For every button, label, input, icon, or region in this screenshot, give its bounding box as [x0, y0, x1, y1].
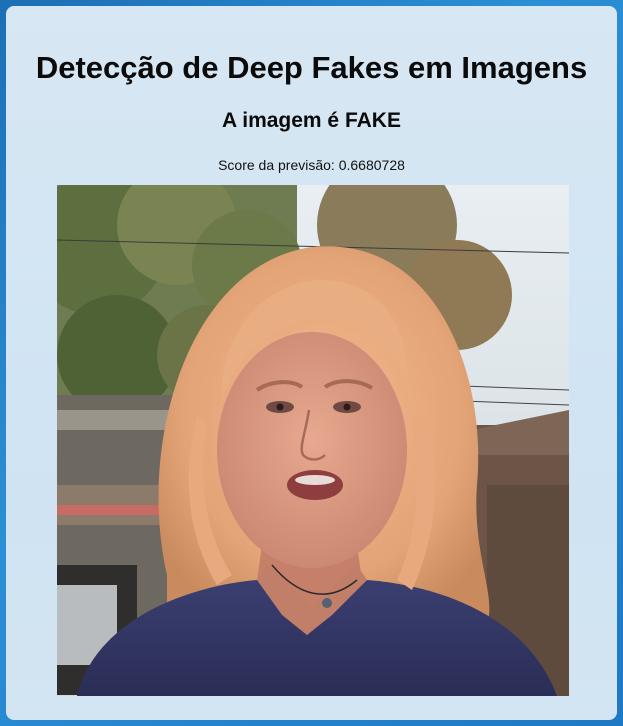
result-card: Detecção de Deep Fakes em Imagens A imag…: [6, 6, 617, 720]
page-title: Detecção de Deep Fakes em Imagens: [35, 50, 588, 85]
analyzed-face-photo: [57, 185, 569, 696]
prediction-score: Score da previsão: 0.6680728: [218, 157, 405, 173]
prediction-result: A imagem é FAKE: [222, 109, 401, 132]
analyzed-image: [57, 185, 569, 696]
